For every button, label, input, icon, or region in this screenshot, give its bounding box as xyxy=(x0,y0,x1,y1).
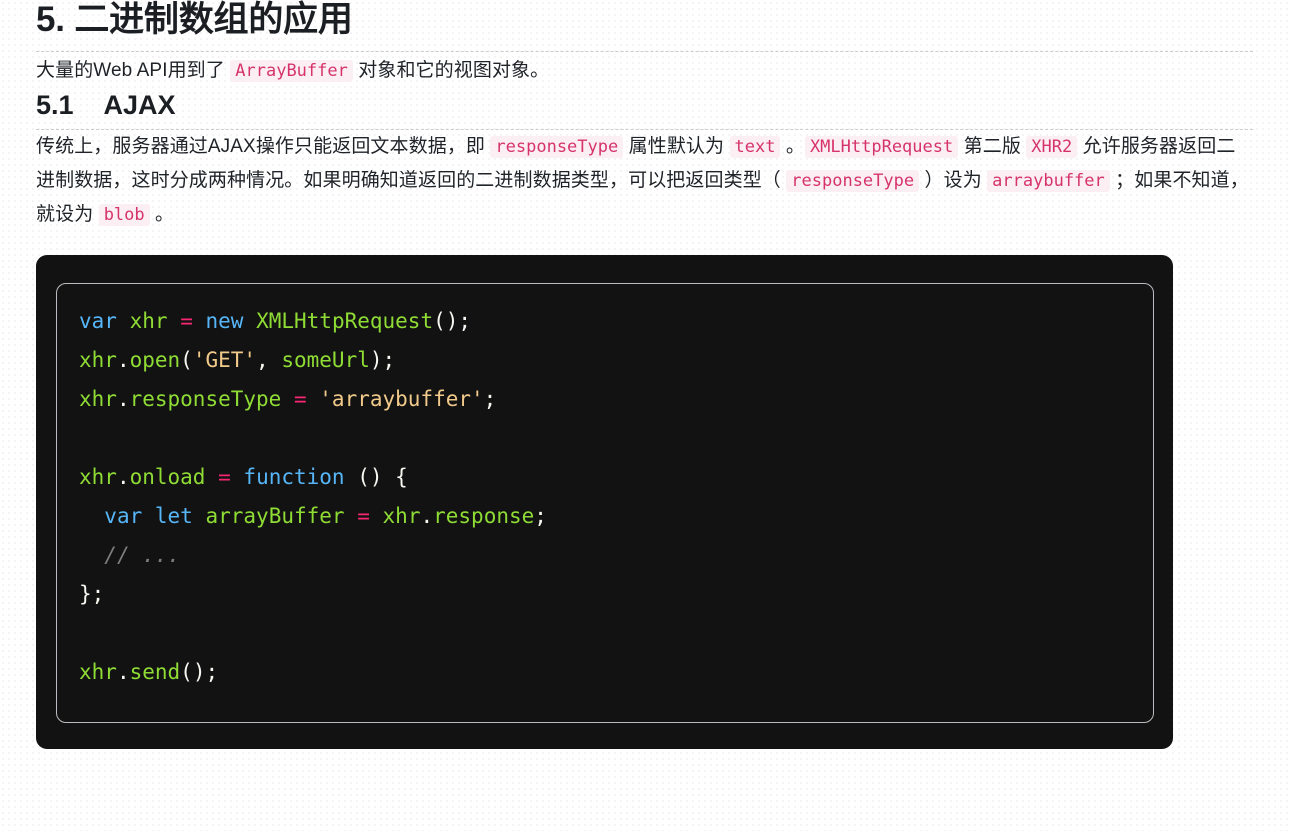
inline-code-text: text xyxy=(729,136,781,158)
body-text-segment-4: 第二版 xyxy=(958,136,1027,157)
section-number: 5.1 xyxy=(36,90,74,120)
intro-text-segment-1: 大量的Web API用到了 xyxy=(36,60,231,81)
body-text-segment-8: 。 xyxy=(149,204,175,225)
section-heading-ajax: 5.1 AJAX xyxy=(36,88,1253,130)
intro-paragraph: 大量的Web API用到了 ArrayBuffer 对象和它的视图对象。 xyxy=(36,54,1253,88)
inline-code-arraybuffer: ArrayBuffer xyxy=(230,60,353,82)
code-line: xhr.responseType = 'arraybuffer'; xyxy=(79,387,497,411)
section-title: AJAX xyxy=(103,90,176,120)
inline-code-responsetype-1: responseType xyxy=(490,136,624,158)
code-line: // ... xyxy=(104,543,181,567)
inline-code-responsetype-2: responseType xyxy=(786,170,920,192)
body-text-segment-1: 传统上，服务器通过AJAX操作只能返回文本数据，即 xyxy=(36,136,491,157)
document-page: 5. 二进制数组的应用 大量的Web API用到了 ArrayBuffer 对象… xyxy=(0,0,1289,831)
code-line: var xhr = new XMLHttpRequest(); xyxy=(79,309,472,333)
inline-code-xmlhttprequest: XMLHttpRequest xyxy=(804,136,959,158)
code-block-content[interactable]: var xhr = new XMLHttpRequest(); xhr.open… xyxy=(79,302,1131,692)
inline-code-arraybuffer-value: arraybuffer xyxy=(987,170,1110,192)
body-paragraph: 传统上，服务器通过AJAX操作只能返回文本数据，即 responseType 属… xyxy=(36,130,1253,232)
code-line: }; xyxy=(79,582,105,606)
page-title: 5. 二进制数组的应用 xyxy=(36,0,1253,52)
inline-code-blob: blob xyxy=(98,204,150,226)
code-line: xhr.open('GET', someUrl); xyxy=(79,348,396,372)
code-line: xhr.send(); xyxy=(79,660,219,684)
intro-text-segment-2: 对象和它的视图对象。 xyxy=(352,60,550,81)
body-text-segment-6: ）设为 xyxy=(919,170,988,191)
body-text-segment-3: 。 xyxy=(780,136,805,157)
inline-code-xhr2: XHR2 xyxy=(1026,136,1078,158)
code-block-container: var xhr = new XMLHttpRequest(); xhr.open… xyxy=(36,255,1173,749)
body-text-segment-2: 属性默认为 xyxy=(623,136,730,157)
code-line: xhr.onload = function () { xyxy=(79,465,408,489)
code-block-frame: var xhr = new XMLHttpRequest(); xhr.open… xyxy=(56,283,1154,723)
code-line: var let arrayBuffer = xhr.response; xyxy=(104,504,547,528)
